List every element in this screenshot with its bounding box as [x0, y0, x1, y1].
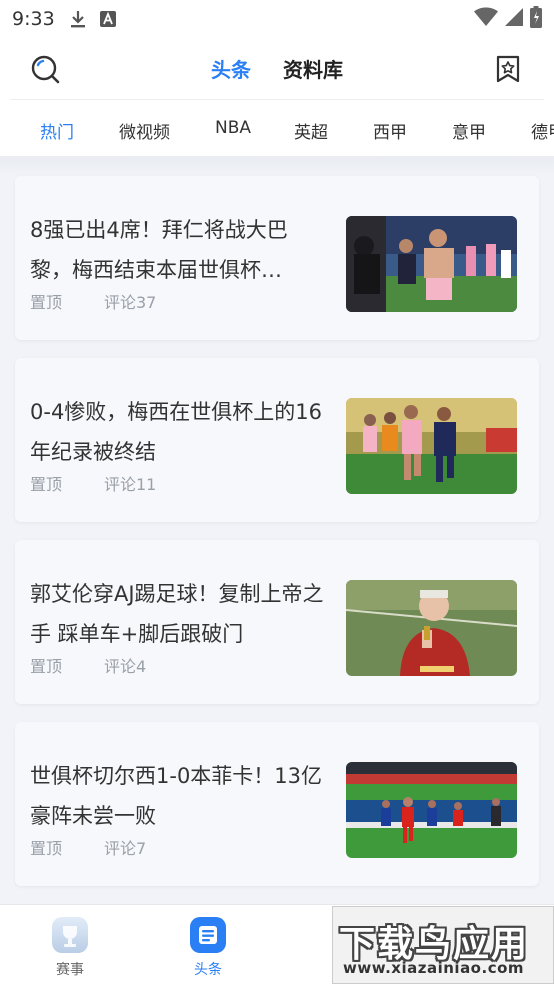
category-serie-a[interactable]: 意甲: [452, 118, 486, 143]
pinned-label: 置顶: [30, 475, 63, 494]
article-meta: 置顶 评论7: [30, 835, 146, 859]
top-header: 头条 资料库: [0, 38, 554, 100]
app-notification-icon: [99, 10, 117, 28]
comment-count: 评论11: [104, 475, 157, 494]
article-card[interactable]: 郭艾伦穿AJ踢足球！复制上帝之手 踩单车+脚后跟破门 置顶 评论4: [15, 540, 539, 704]
comment-count: 评论37: [104, 293, 157, 312]
headlines-icon: [190, 917, 226, 953]
nav-headlines[interactable]: 头条: [178, 917, 238, 979]
comment-count: 评论7: [104, 839, 147, 858]
trophy-icon: [52, 917, 88, 953]
article-card[interactable]: 世俱杯切尔西1-0本菲卡！13亿豪阵未尝一败 置顶 评论7: [15, 722, 539, 886]
header-tabs: 头条 资料库: [0, 54, 554, 83]
pinned-label: 置顶: [30, 293, 63, 312]
download-icon: [69, 9, 87, 29]
watermark-url: www.xiazainiao.com: [343, 959, 525, 977]
comment-count: 评论4: [104, 657, 147, 676]
tab-headlines[interactable]: 头条: [211, 54, 251, 83]
favorites-button[interactable]: [494, 54, 522, 84]
article-card[interactable]: 0-4惨败，梅西在世俱杯上的16年纪录被终结 置顶 评论11: [15, 358, 539, 522]
article-title: 8强已出4席！拜仁将战大巴黎，梅西结束本届世俱杯…: [30, 218, 288, 282]
nav-events[interactable]: 赛事: [40, 917, 100, 979]
category-la-liga[interactable]: 西甲: [373, 118, 407, 143]
pinned-label: 置顶: [30, 657, 63, 676]
category-nba[interactable]: NBA: [215, 118, 251, 138]
status-bar: 9:33: [0, 0, 554, 38]
battery-icon: [530, 6, 542, 32]
nav-headlines-label: 头条: [194, 962, 222, 978]
signal-icon: [504, 7, 524, 31]
news-feed[interactable]: 8强已出4席！拜仁将战大巴黎，梅西结束本届世俱杯… 置顶 评论37 0-4惨败，…: [0, 156, 554, 904]
pinned-label: 置顶: [30, 839, 63, 858]
article-meta: 置顶 评论11: [30, 471, 156, 495]
category-tabs: 热门 微视频 NBA 英超 西甲 意甲 德甲: [0, 100, 554, 156]
article-title: 郭艾伦穿AJ踢足球！复制上帝之手 踩单车+脚后跟破门: [30, 582, 324, 646]
article-meta: 置顶 评论37: [30, 289, 156, 313]
article-title: 世俱杯切尔西1-0本菲卡！13亿豪阵未尝一败: [30, 764, 323, 828]
wifi-icon: [474, 7, 498, 31]
article-meta: 置顶 评论4: [30, 653, 146, 677]
category-hot[interactable]: 热门: [40, 118, 74, 143]
category-bundesliga[interactable]: 德甲: [531, 118, 554, 143]
article-card[interactable]: 8强已出4席！拜仁将战大巴黎，梅西结束本届世俱杯… 置顶 评论37: [15, 176, 539, 340]
category-micro-video[interactable]: 微视频: [119, 118, 170, 143]
bookmark-star-icon: [496, 55, 520, 83]
article-thumbnail: [346, 398, 517, 494]
article-thumbnail: [346, 580, 517, 676]
watermark-logo: 下载鸟应用 www.xiazainiao.com: [332, 906, 554, 984]
feed-top-shadow: [0, 156, 554, 176]
tab-database[interactable]: 资料库: [283, 54, 343, 83]
article-thumbnail: [346, 762, 517, 858]
article-title: 0-4惨败，梅西在世俱杯上的16年纪录被终结: [30, 400, 323, 464]
category-premier-league[interactable]: 英超: [294, 118, 328, 143]
status-time: 9:33: [12, 8, 55, 30]
article-thumbnail: [346, 216, 517, 312]
nav-events-label: 赛事: [56, 962, 84, 978]
